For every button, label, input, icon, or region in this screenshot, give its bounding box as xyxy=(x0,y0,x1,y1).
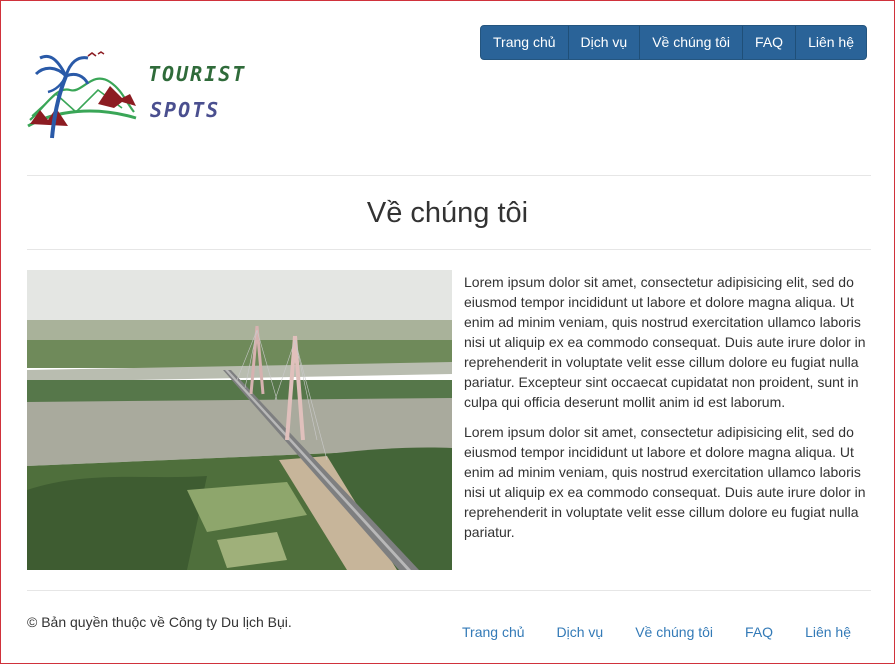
palm-mountain-logo-icon xyxy=(27,51,137,139)
nav-item-services[interactable]: Dịch vụ xyxy=(569,26,641,59)
footer-link-about[interactable]: Về chúng tôi xyxy=(619,624,729,640)
site-logo[interactable]: TOURIST SPOTS xyxy=(26,46,246,142)
header-divider xyxy=(27,175,871,176)
nav-item-about[interactable]: Về chúng tôi xyxy=(640,26,744,59)
about-content: Lorem ipsum dolor sit amet, consectetur … xyxy=(464,272,874,552)
footer-nav: Trang chủ Dịch vụ Về chúng tôi FAQ Liên … xyxy=(446,624,867,640)
logo-text-line2: SPOTS xyxy=(150,98,221,122)
nav-item-home[interactable]: Trang chủ xyxy=(481,26,569,59)
about-paragraph-1: Lorem ipsum dolor sit amet, consectetur … xyxy=(464,274,866,410)
title-divider xyxy=(27,249,871,250)
bridge-photo xyxy=(27,270,452,570)
nav-item-contact[interactable]: Liên hệ xyxy=(796,26,866,59)
page-title: Về chúng tôi xyxy=(366,197,529,229)
logo-text-line1: TOURIST xyxy=(148,62,247,86)
nav-item-faq[interactable]: FAQ xyxy=(743,26,797,59)
footer-link-faq[interactable]: FAQ xyxy=(729,624,789,640)
footer-link-contact[interactable]: Liên hệ xyxy=(789,624,867,640)
footer-divider xyxy=(27,590,871,591)
about-paragraph-2: Lorem ipsum dolor sit amet, consectetur … xyxy=(464,424,866,540)
footer-link-services[interactable]: Dịch vụ xyxy=(541,624,620,640)
footer-link-home[interactable]: Trang chủ xyxy=(446,624,541,640)
copyright-text: © Bản quyền thuộc về Công ty Du lịch Bụi… xyxy=(27,614,292,630)
main-navbar: Trang chủ Dịch vụ Về chúng tôi FAQ Liên … xyxy=(480,25,867,60)
